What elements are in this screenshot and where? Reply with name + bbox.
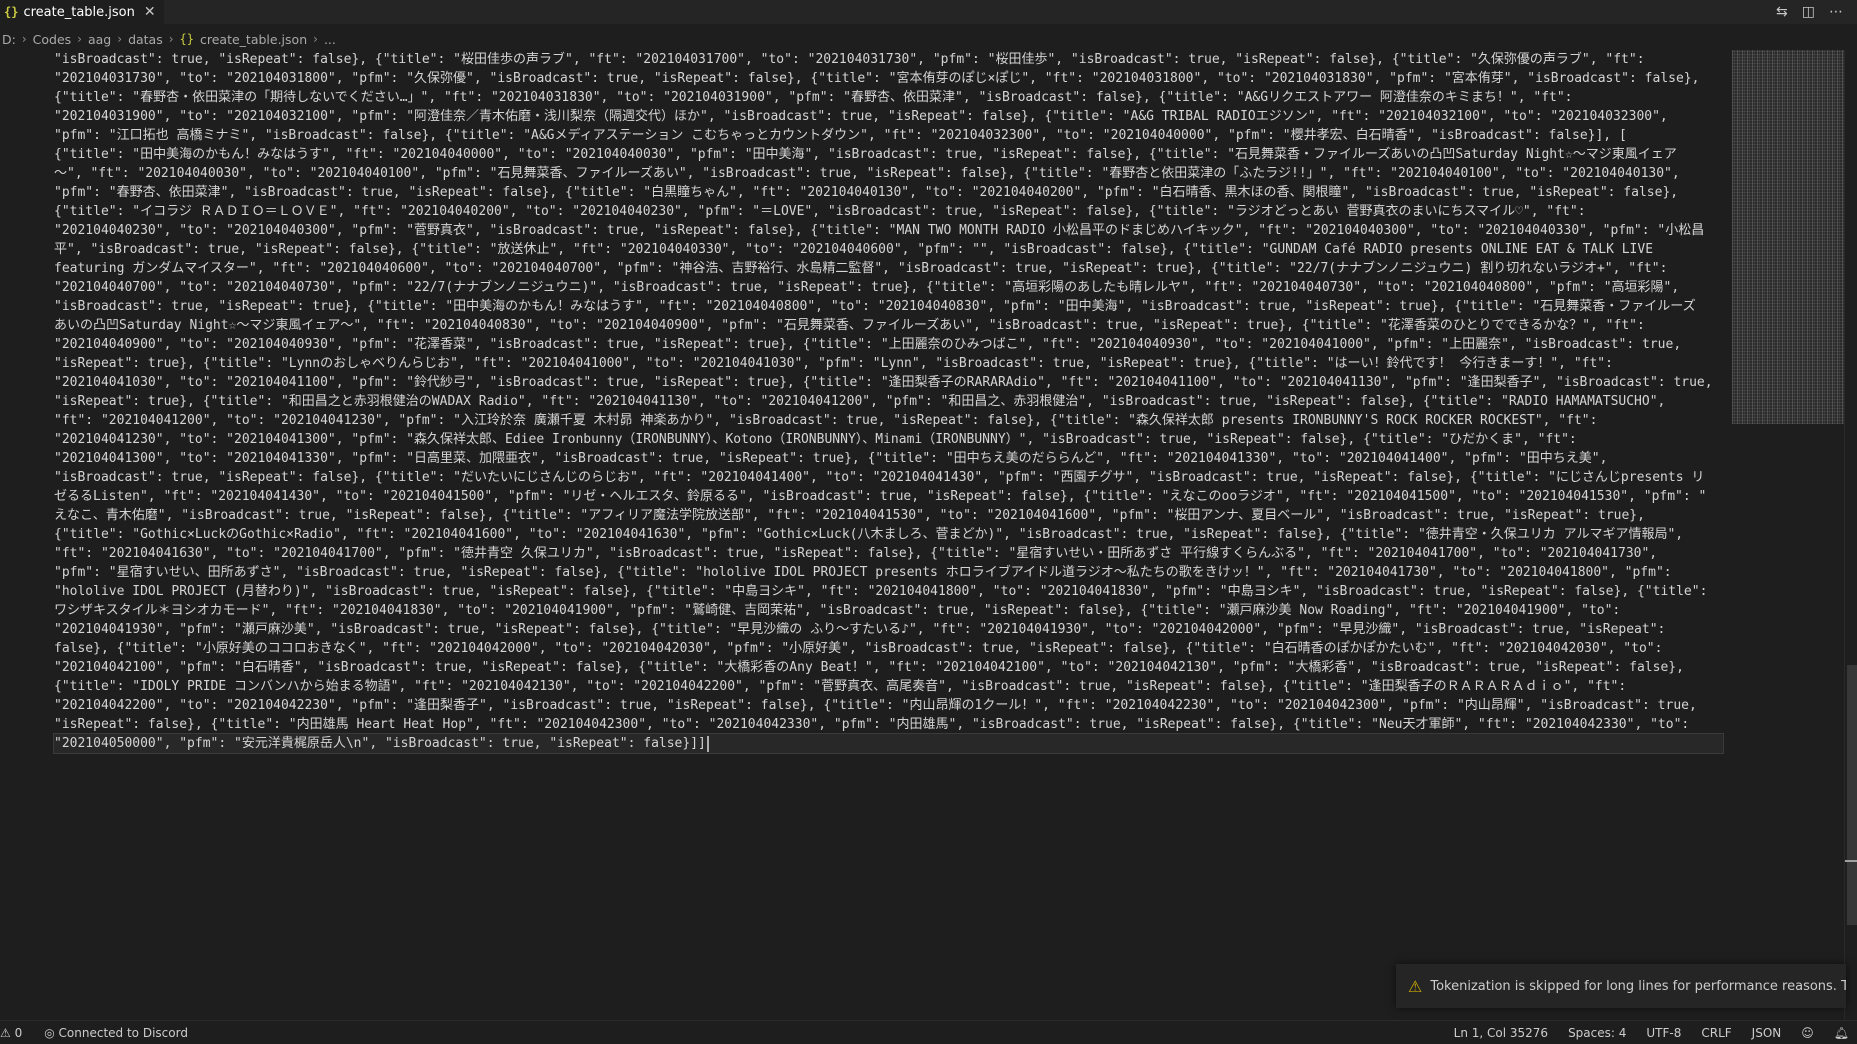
scrollbar-thumb[interactable] [1847, 665, 1857, 925]
json-file-icon: {} [179, 32, 194, 46]
discord-status[interactable]: ◎ Connected to Discord [44, 1026, 188, 1040]
chevron-right-icon: › [77, 32, 82, 46]
code-line[interactable]: "pfm": "星宿すいせい、田所あずさ", "isBroadcast": tr… [54, 563, 1714, 582]
minimap-empty [1732, 424, 1844, 1030]
breadcrumb-item-aag[interactable]: aag [88, 32, 111, 47]
code-line[interactable]: "202104042100", "pfm": "白石晴香", "isBroadc… [54, 658, 1714, 677]
encoding[interactable]: UTF-8 [1646, 1026, 1681, 1040]
text-cursor [706, 735, 709, 752]
code-line[interactable]: "202104040700", "to": "202104040730", "p… [54, 278, 1714, 297]
notification-toast[interactable]: ⚠ Tokenization is skipped for long lines… [1396, 964, 1846, 1008]
notifications-bell-icon[interactable]: 🔔︎ [1834, 1026, 1849, 1040]
code-line[interactable]: "isRepeat": true}, {"title": "Lynnのおしゃべり… [54, 354, 1714, 373]
close-icon[interactable]: ✕ [144, 4, 156, 20]
code-line[interactable]: "202104040900", "to": "202104040930", "p… [54, 335, 1714, 354]
code-line[interactable]: "202104041930", "pfm": "瀬戸麻沙美", "isBroad… [54, 620, 1714, 639]
code-line[interactable]: "isBroadcast": true, "isRepeat": false},… [54, 468, 1714, 487]
code-line[interactable]: {"title": "IDOLY PRIDE コンバンハから始まる物語", "f… [54, 677, 1714, 696]
editor-area[interactable]: "isBroadcast": true, "isRepeat": false},… [0, 50, 1730, 1030]
code-line[interactable]: {"title": "イコラジ ＲＡＤＩＯ＝ＬＯＶＥ", "ft": "2021… [54, 202, 1714, 221]
code-line[interactable]: "isBroadcast": true, "isRepeat": false},… [54, 50, 1714, 69]
code-line[interactable]: {"title": "春野杏・依田菜津の「期待しないでください…」", "ft"… [54, 88, 1714, 107]
breadcrumb-item-datas[interactable]: datas [128, 32, 163, 47]
code-line[interactable]: ～", "ft": "202104040030", "to": "2021040… [54, 164, 1714, 183]
tab-create-table-json[interactable]: {} create_table.json ✕ [0, 0, 165, 24]
chevron-right-icon: › [313, 32, 318, 46]
more-actions-icon[interactable]: ⋯ [1829, 0, 1843, 24]
feedback-icon[interactable]: ☺ [1801, 1026, 1814, 1040]
code-line[interactable]: ワシザキスタイル＊ヨシオカモード", "ft": "202104041830",… [54, 601, 1714, 620]
tab-bar: {} create_table.json ✕ ⇆ ◫ ⋯ [0, 0, 1857, 24]
chevron-right-icon: › [168, 32, 174, 46]
indentation[interactable]: Spaces: 4 [1568, 1026, 1626, 1040]
split-editor-icon[interactable]: ◫ [1802, 0, 1815, 24]
discord-label: Connected to Discord [58, 1025, 188, 1040]
code-line[interactable]: "ft": "202104041200", "to": "20210404123… [54, 411, 1714, 430]
problems-indicator[interactable]: ⚠ 0 [0, 1026, 22, 1040]
warning-icon: ⚠ [1408, 976, 1423, 996]
language-mode[interactable]: JSON [1752, 1026, 1782, 1040]
code-line[interactable]: "isBroadcast": true, "isRepeat": true}, … [54, 297, 1714, 316]
open-changes-icon[interactable]: ⇆ [1776, 0, 1788, 24]
code-line[interactable]: "pfm": "江口拓也 高橋ミナミ", "isBroadcast": fals… [54, 126, 1714, 145]
editor-actions: ⇆ ◫ ⋯ [1776, 0, 1843, 24]
status-bar: ⚠ 0 ◎ Connected to Discord Ln 1, Col 352… [0, 1020, 1857, 1044]
chevron-right-icon: › [21, 32, 27, 46]
code-line[interactable]: "isRepeat": true}, {"title": "和田昌之と赤羽根健治… [54, 392, 1714, 411]
chevron-right-icon: › [117, 32, 123, 46]
scrollbar-cursor-marker [1845, 860, 1857, 862]
tab-label: create_table.json [23, 4, 135, 20]
code-line[interactable]: ゼるるListen", "ft": "202104041430", "to": … [54, 487, 1714, 506]
code-line[interactable]: "isRepeat": false}, {"title": "内田雄馬 Hear… [54, 715, 1714, 734]
breadcrumb: D: › Codes › aag › datas › {} create_tab… [0, 28, 1857, 50]
code-line[interactable]: featuring ガンダムマイスター", "ft": "20210404060… [54, 259, 1714, 278]
code-line[interactable]: "202104040230", "to": "202104040300", "p… [54, 221, 1714, 240]
code-line[interactable]: "202104041030", "to": "202104041100", "p… [54, 373, 1714, 392]
code-line[interactable]: {"title": "田中美海のかもん！みなはうす", "ft": "20210… [54, 145, 1714, 164]
json-file-icon: {} [4, 5, 19, 19]
globe-icon: ◎ [44, 1025, 55, 1040]
breadcrumb-item-symbols[interactable]: ... [324, 32, 336, 47]
end-of-line[interactable]: CRLF [1701, 1026, 1731, 1040]
vertical-scrollbar[interactable] [1844, 50, 1857, 1030]
code-line[interactable]: false}, {"title": "小原好美のココロおきなく", "ft": … [54, 639, 1714, 658]
code-line[interactable]: あいの凸凹Saturday Night☆～マジ東風イェア～", "ft": "2… [54, 316, 1714, 335]
code-line[interactable]: "202104031730", "to": "202104031800", "p… [54, 69, 1714, 88]
code-content[interactable]: "isBroadcast": true, "isRepeat": false},… [53, 50, 1724, 754]
code-line[interactable]: "pfm": "春野杏、依田菜津", "isBroadcast": true, … [54, 183, 1714, 202]
minimap[interactable] [1732, 50, 1844, 424]
code-line[interactable]: 平", "isBroadcast": true, "isRepeat": fal… [54, 240, 1714, 259]
code-line[interactable]: "202104050000", "pfm": "安元洋貴梶原岳人\n", "is… [53, 733, 1724, 754]
code-line[interactable]: "202104041230", "to": "202104041300", "p… [54, 430, 1714, 449]
code-line[interactable]: "202104041300", "to": "202104041330", "p… [54, 449, 1714, 468]
breadcrumb-item-drive[interactable]: D: [2, 32, 16, 47]
code-line[interactable]: "202104031900", "to": "202104032100", "p… [54, 107, 1714, 126]
breadcrumb-item-file[interactable]: create_table.json [200, 32, 307, 47]
code-line[interactable]: {"title": "Gothic×LuckのGothic×Radio", "f… [54, 525, 1714, 544]
code-line[interactable]: "hololive IDOL PROJECT (月替わり)", "isBroad… [54, 582, 1714, 601]
notification-text: Tokenization is skipped for long lines f… [1430, 978, 1846, 994]
code-line[interactable]: "ft": "202104041630", "to": "20210404170… [54, 544, 1714, 563]
code-line[interactable]: えなこ、青木佑磨", "isBroadcast": true, "isRepea… [54, 506, 1714, 525]
cursor-position[interactable]: Ln 1, Col 35276 [1454, 1026, 1548, 1040]
breadcrumb-item-codes[interactable]: Codes [33, 32, 72, 47]
code-line[interactable]: "202104042200", "to": "202104042230", "p… [54, 696, 1714, 715]
